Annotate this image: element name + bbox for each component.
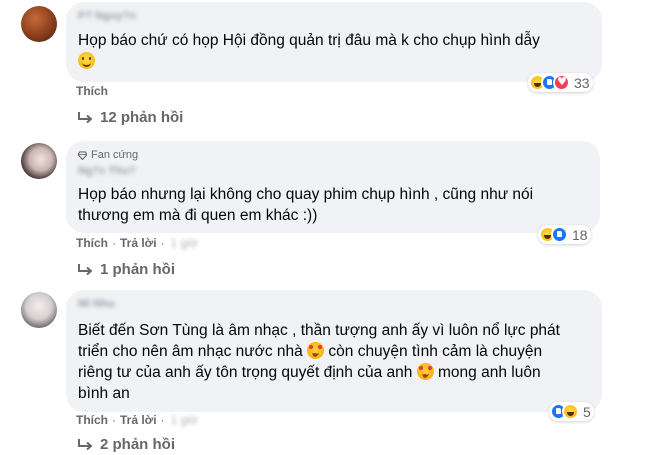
haha-reaction-icon xyxy=(562,403,579,420)
comment-actions: Thích xyxy=(76,84,108,98)
author-name[interactable]: Mi Nhu xyxy=(78,298,115,310)
comment-timestamp[interactable]: 1 giờ xyxy=(171,413,198,427)
reaction-count: 18 xyxy=(572,226,588,243)
reply-button[interactable]: Trả lời xyxy=(120,413,157,427)
reaction-count: 33 xyxy=(574,74,590,91)
comment-bubble: Mi Nhu Biết đến Sơn Tùng là âm nhạc , th… xyxy=(66,290,602,412)
replies-count-label: 12 phản hồi xyxy=(100,109,184,126)
reply-arrow-icon xyxy=(78,111,93,123)
comment-timestamp[interactable]: 1 giờ xyxy=(171,236,198,250)
view-replies-button[interactable]: 12 phản hồi xyxy=(76,109,183,126)
love-reaction-icon xyxy=(553,74,570,91)
reaction-summary[interactable]: 5 xyxy=(549,402,594,421)
view-replies-button[interactable]: 1 phản hồi xyxy=(76,261,175,278)
replies-count-label: 2 phản hồi xyxy=(100,436,175,453)
comment-actions: Thích · Trả lời · 1 giờ xyxy=(76,236,198,250)
reply-button[interactable]: Trả lời xyxy=(120,236,157,250)
smiling-face-with-hearts-icon xyxy=(307,342,325,359)
avatar[interactable] xyxy=(21,6,57,42)
reaction-count: 5 xyxy=(583,403,591,420)
avatar[interactable] xyxy=(21,143,57,179)
comment-bubble: P? Nguy?n Họp báo chứ có họp Hội đồng qu… xyxy=(66,2,602,82)
author-name[interactable]: Ng?c Thu? xyxy=(78,165,135,177)
reaction-summary[interactable]: 18 xyxy=(538,225,591,244)
fan-badge: Fan cứng xyxy=(78,149,138,161)
comment-actions: Thích · Trả lời · 1 giờ xyxy=(76,413,198,427)
comment-text: Biết đến Sơn Tùng là âm nhạc , thần tượn… xyxy=(78,322,560,402)
smile-emoji-icon xyxy=(78,52,95,69)
badge-label: Fan cứng xyxy=(91,149,139,161)
like-button[interactable]: Thích xyxy=(76,84,108,98)
smiling-face-with-hearts-icon xyxy=(416,363,434,380)
comment-text: Họp báo nhưng lại không cho quay phim ch… xyxy=(78,186,534,224)
reaction-summary[interactable]: 33 xyxy=(528,73,593,92)
comment-bubble: Fan cứng Ng?c Thu? Họp báo nhưng lại khô… xyxy=(66,141,600,233)
diamond-icon xyxy=(78,150,87,160)
like-button[interactable]: Thích xyxy=(76,236,108,250)
view-replies-button[interactable]: 2 phản hồi xyxy=(76,436,175,453)
replies-count-label: 1 phản hồi xyxy=(100,261,175,278)
comment-text: Họp báo chứ có họp Hội đồng quản trị đâu… xyxy=(78,30,540,72)
author-name[interactable]: P? Nguy?n xyxy=(78,10,136,22)
reply-arrow-icon xyxy=(78,438,93,450)
avatar[interactable] xyxy=(21,292,57,328)
reply-arrow-icon xyxy=(78,263,93,275)
like-button[interactable]: Thích xyxy=(76,413,108,427)
like-reaction-icon xyxy=(551,226,568,243)
